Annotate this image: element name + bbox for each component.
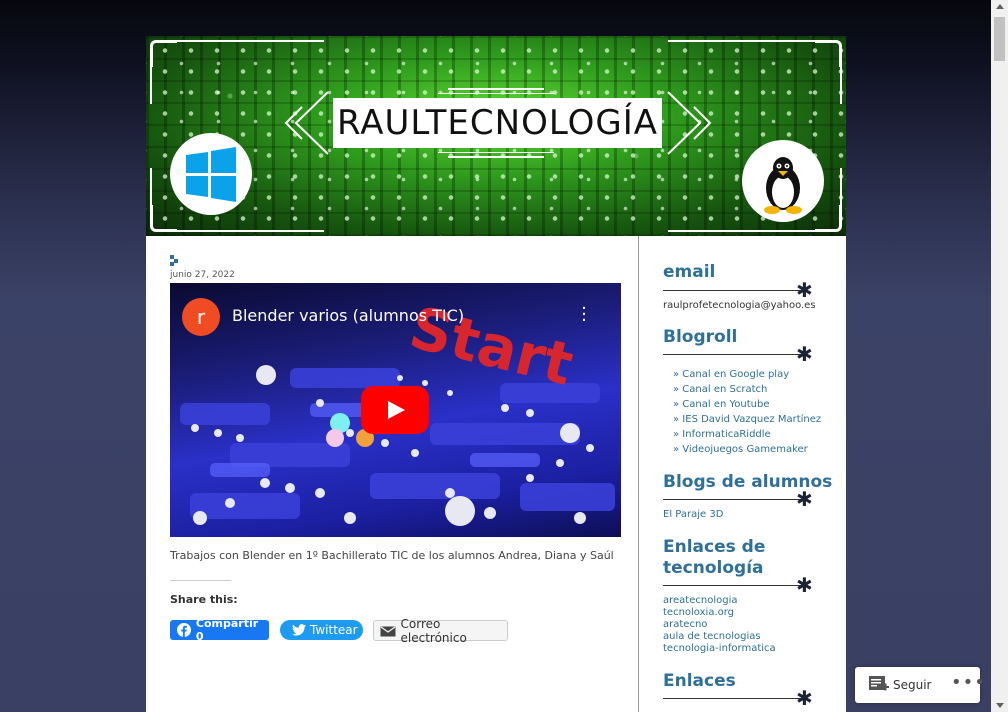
email-address: raulprofetecnologia@yahoo.es	[663, 300, 816, 311]
blogroll-link-text[interactable]: Canal en Scratch	[682, 384, 767, 395]
sidebar-divider	[638, 236, 639, 712]
share-title: Share this:	[170, 593, 238, 606]
blogroll-link[interactable]: » InformaticaRiddle	[673, 429, 771, 440]
site-header[interactable]: RAULTECNOLOGÍA	[146, 36, 846, 236]
blogroll-link-text[interactable]: Canal en Youtube	[682, 399, 769, 410]
sidebar-title-line: Enlaces de	[663, 537, 766, 557]
follow-button[interactable]: Seguir	[893, 678, 932, 692]
email-share-label: Correo electrónico	[400, 616, 467, 645]
play-icon[interactable]	[361, 386, 429, 434]
windows-logo-icon	[170, 133, 252, 215]
sidebar-rule	[663, 499, 801, 500]
frame-line	[840, 64, 842, 104]
twitter-bird-icon	[292, 624, 306, 636]
title-ornament-line	[438, 152, 554, 153]
envelope-icon	[380, 625, 396, 636]
blogroll-link[interactable]: » Canal en Youtube	[673, 399, 770, 410]
follow-bar[interactable]: Seguir •••	[855, 667, 985, 703]
sidebar-title-email: email	[663, 262, 716, 282]
post-format-icon	[170, 255, 178, 266]
share-divider	[170, 580, 231, 581]
blogroll-link[interactable]: » Videojuegos Gamemaker	[673, 444, 808, 455]
star-ornament-icon: ✱	[796, 342, 813, 366]
frame-corner	[150, 40, 177, 67]
twitter-share-label: Twittear	[310, 623, 358, 637]
title-ornament-line	[448, 88, 544, 90]
blogroll-link[interactable]: » Canal en Scratch	[673, 384, 767, 395]
facebook-share-label: Compartir 0	[195, 617, 259, 643]
sidebar-rule	[663, 290, 801, 291]
email-share-button[interactable]: Correo electrónico	[373, 617, 508, 645]
frame-line	[668, 230, 818, 232]
sidebar-title-enlaces: Enlaces	[663, 671, 736, 691]
video-more-icon[interactable]: · · ·	[581, 300, 587, 330]
scroll-up-arrow-icon[interactable]	[996, 4, 1004, 9]
channel-avatar[interactable]: r	[182, 298, 220, 336]
blogroll-link[interactable]: » IES David Vazquez Martínez	[673, 414, 821, 425]
blogroll-link-text[interactable]: Videojuegos Gamemaker	[682, 444, 807, 455]
blogroll-link[interactable]: » Canal en Google play	[673, 369, 789, 380]
enlaces-tecnologia-link[interactable]: aula de tecnologias	[663, 631, 761, 642]
more-options-icon[interactable]: •••	[951, 672, 986, 693]
frame-line	[174, 230, 324, 232]
frame-line	[840, 168, 842, 208]
video-title[interactable]: Blender varios (alumnos TIC)	[232, 306, 464, 325]
video-embed[interactable]: Start r Blender varios (alumnos TIC) · · ·	[170, 283, 621, 537]
sidebar-title-line: tecnología	[663, 558, 764, 578]
scroll-down-arrow-icon[interactable]	[996, 703, 1004, 708]
chevron-left-ornament-icon	[284, 91, 329, 155]
scroll-thumb[interactable]	[994, 17, 1005, 61]
star-ornament-icon: ✱	[796, 573, 813, 597]
sidebar-title-enlaces-tecnologia: Enlaces de tecnología	[663, 537, 765, 579]
page: RAULTECNOLOGÍA junio 27, 2022 Start r Bl…	[146, 36, 846, 712]
frame-corner	[815, 40, 842, 67]
star-ornament-icon: ✱	[796, 278, 813, 302]
frame-line	[150, 168, 152, 208]
title-ornament-line	[438, 93, 554, 94]
scrollbar[interactable]	[991, 0, 1008, 712]
blogroll-link-text[interactable]: InformaticaRiddle	[682, 429, 770, 440]
facebook-share-button[interactable]: Compartir 0	[170, 617, 269, 643]
sidebar-rule	[663, 698, 801, 699]
chevron-right-ornament-icon	[667, 91, 712, 155]
sidebar-title-blogroll: Blogroll	[663, 327, 738, 347]
sidebar-rule	[663, 585, 801, 586]
blogroll-link-text[interactable]: Canal en Google play	[682, 369, 789, 380]
enlaces-tecnologia-link[interactable]: tecnoloxia.org	[663, 607, 734, 618]
enlaces-tecnologia-link[interactable]: areatecnologia	[663, 595, 737, 606]
site-title[interactable]: RAULTECNOLOGÍA	[333, 98, 662, 148]
facebook-icon	[177, 623, 191, 637]
star-ornament-icon: ✱	[796, 686, 813, 710]
blogroll-link-text[interactable]: IES David Vazquez Martínez	[682, 414, 821, 425]
frame-line	[150, 64, 152, 104]
post-body-text: Trabajos con Blender en 1º Bachillerato …	[170, 549, 614, 562]
sidebar-rule	[663, 354, 801, 355]
post-date[interactable]: junio 27, 2022	[170, 270, 235, 280]
enlaces-tecnologia-link[interactable]: tecnologia-informatica	[663, 643, 776, 654]
twitter-share-button[interactable]: Twittear	[280, 620, 363, 640]
follow-reader-icon	[869, 676, 889, 691]
frame-line	[174, 40, 324, 42]
blogs-alumnos-link[interactable]: El Paraje 3D	[663, 509, 723, 520]
frame-line	[668, 40, 818, 42]
enlaces-tecnologia-link[interactable]: aratecno	[663, 619, 707, 630]
title-ornament-line	[448, 156, 544, 158]
tux-linux-icon	[742, 140, 824, 222]
star-ornament-icon: ✱	[796, 487, 813, 511]
